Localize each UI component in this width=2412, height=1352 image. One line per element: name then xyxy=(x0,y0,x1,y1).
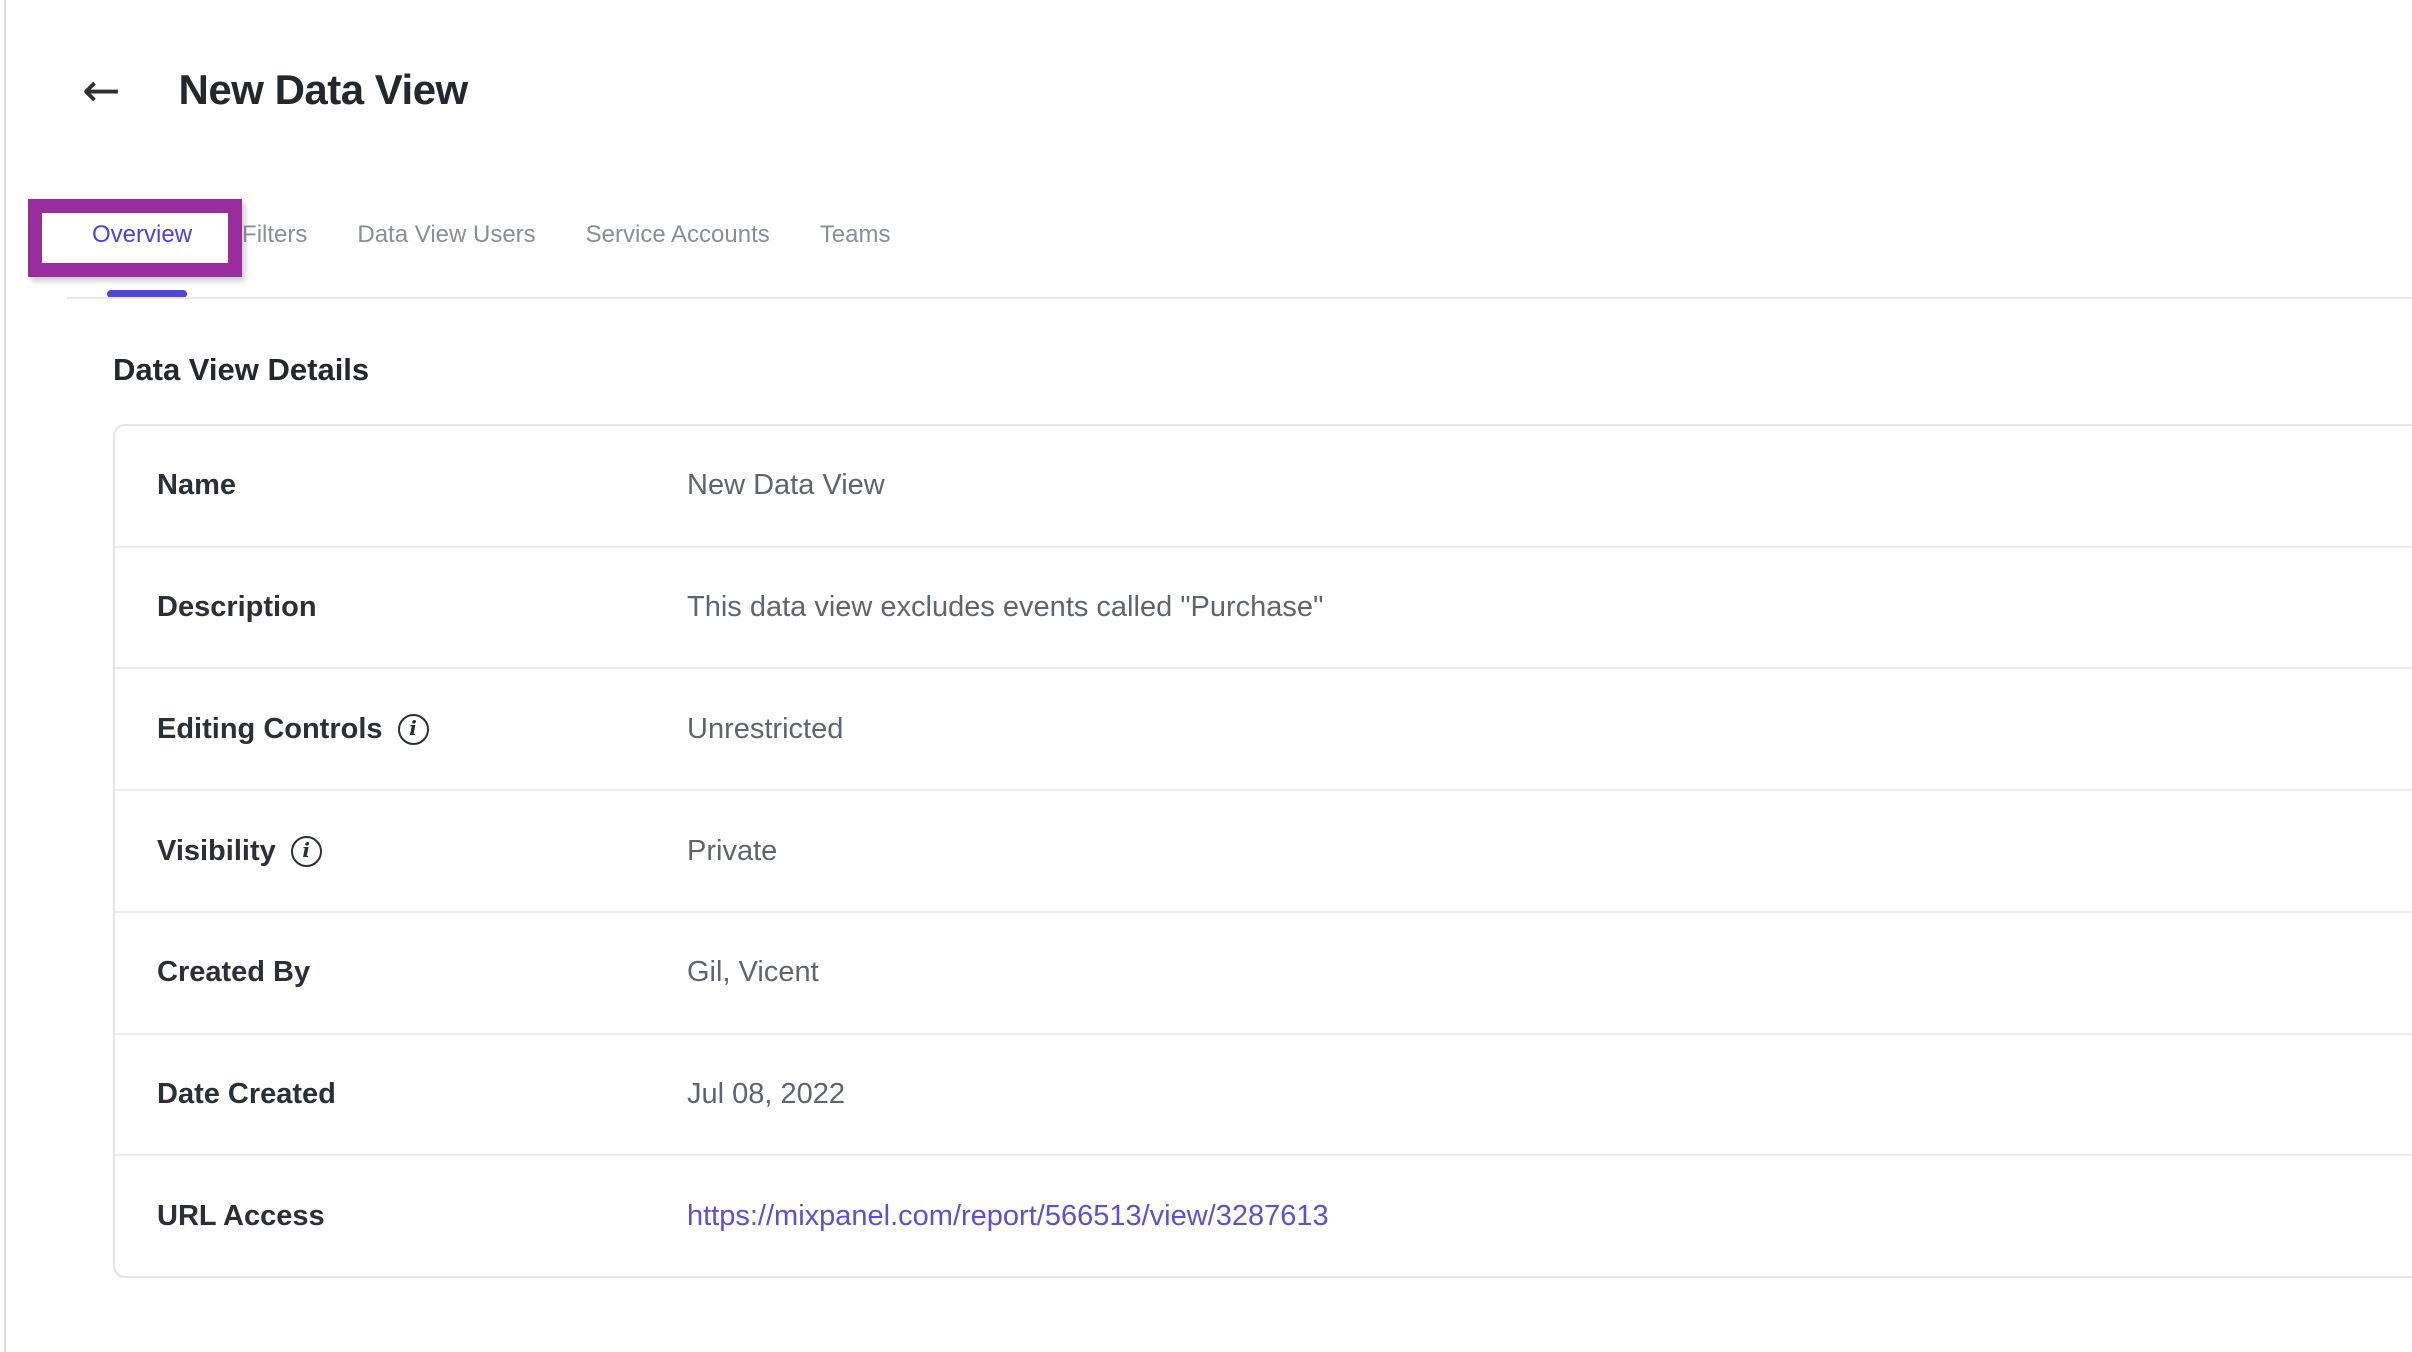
detail-row-date-created: Date Created Jul 08, 2022 xyxy=(115,1033,2412,1155)
page-title: New Data View xyxy=(179,66,468,114)
info-circle-icon[interactable]: i xyxy=(398,714,429,745)
section-heading: Data View Details xyxy=(113,352,369,388)
row-value-description: This data view excludes events called "P… xyxy=(687,591,1323,624)
tab-filters[interactable]: Filters xyxy=(242,220,307,250)
tab-teams[interactable]: Teams xyxy=(820,220,891,250)
detail-row-created-by: Created By Gil, Vicent xyxy=(115,911,2412,1033)
tab-overview[interactable]: Overview xyxy=(92,220,192,250)
row-label-url-access: URL Access xyxy=(157,1200,325,1233)
row-value-name: New Data View xyxy=(687,469,885,502)
detail-row-visibility: Visibility i Private xyxy=(115,789,2412,911)
info-circle-icon[interactable]: i xyxy=(291,836,322,867)
row-value-editing-controls: Unrestricted xyxy=(687,713,843,746)
tab-service-accounts[interactable]: Service Accounts xyxy=(586,220,770,250)
row-label-description: Description xyxy=(157,591,317,624)
details-card: Name New Data View Description This data… xyxy=(113,424,2412,1278)
tab-data-view-users[interactable]: Data View Users xyxy=(357,220,535,250)
tab-bar-divider xyxy=(67,297,2412,299)
row-value-created-by: Gil, Vicent xyxy=(687,956,819,989)
row-label-date-created: Date Created xyxy=(157,1078,336,1111)
detail-row-editing-controls: Editing Controls i Unrestricted xyxy=(115,667,2412,789)
detail-row-description: Description This data view excludes even… xyxy=(115,546,2412,668)
detail-row-name: Name New Data View xyxy=(115,426,2412,546)
row-label-editing-controls: Editing Controls xyxy=(157,713,383,746)
row-label-name: Name xyxy=(157,469,236,502)
page-header: ← New Data View xyxy=(82,60,468,120)
row-value-visibility: Private xyxy=(687,835,777,868)
url-access-link[interactable]: https://mixpanel.com/report/566513/view/… xyxy=(687,1200,1329,1232)
window-edge-line xyxy=(4,0,6,1352)
row-value-date-created: Jul 08, 2022 xyxy=(687,1078,845,1111)
back-arrow-icon[interactable]: ← xyxy=(82,67,121,113)
detail-row-url-access: URL Access https://mixpanel.com/report/5… xyxy=(115,1154,2412,1276)
tab-bar: Overview Filters Data View Users Service… xyxy=(92,220,890,250)
row-label-visibility: Visibility xyxy=(157,835,276,868)
row-label-created-by: Created By xyxy=(157,956,310,989)
